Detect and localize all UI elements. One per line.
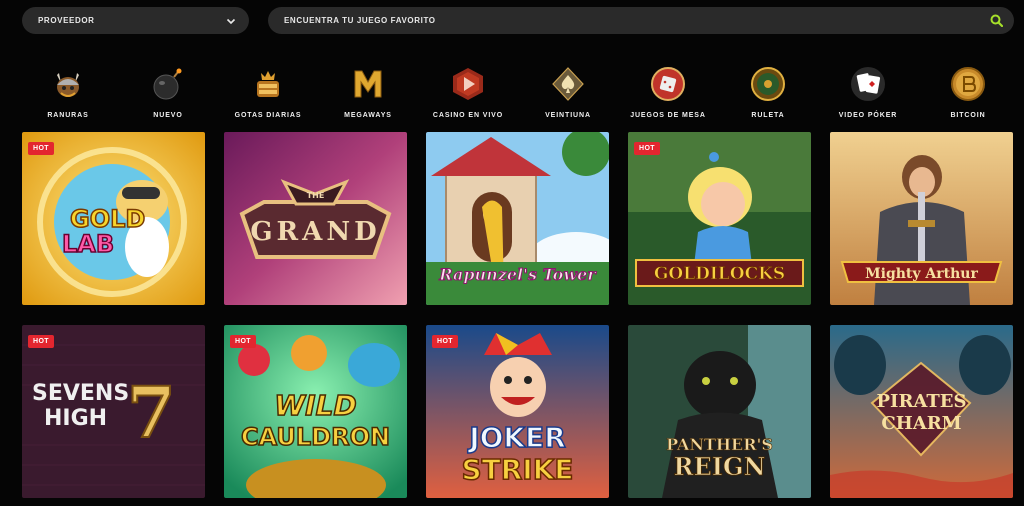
game-tile-wild-cauldron[interactable]: WILD CAULDRON HOT xyxy=(224,325,407,498)
game-thumbnail: WILD CAULDRON xyxy=(224,325,407,498)
game-tile-mighty-arthur[interactable]: Mighty Arthur xyxy=(830,132,1013,305)
category-video-poker[interactable]: VIDEO PÓKER xyxy=(822,64,914,124)
game-thumbnail: GOLD LAB xyxy=(22,132,205,305)
category-label: MEGAWAYS xyxy=(344,112,392,119)
provider-dropdown[interactable]: PROVEEDOR xyxy=(22,7,249,34)
game-tile-goldilocks[interactable]: GOLDILOCKS HOT xyxy=(628,132,811,305)
game-thumbnail: PANTHER'S REIGN xyxy=(628,325,811,498)
category-label: VEINTIUNA xyxy=(545,112,591,119)
category-label: VIDEO PÓKER xyxy=(838,112,898,119)
game-tile-the-grand[interactable]: GRAND THE xyxy=(224,132,407,305)
svg-text:WILD: WILD xyxy=(274,389,356,422)
svg-text:CHARM: CHARM xyxy=(881,413,961,434)
game-tile-rapunzels-tower[interactable]: Rapunzel's Tower xyxy=(426,132,609,305)
dice-icon xyxy=(648,64,688,104)
category-juegos-de-mesa[interactable]: JUEGOS DE MESA xyxy=(622,64,714,124)
viking-helmet-icon xyxy=(48,64,88,104)
game-tile-joker-strike[interactable]: JOKER STRIKE HOT xyxy=(426,325,609,498)
live-casino-play-icon xyxy=(448,64,488,104)
roulette-icon xyxy=(748,64,788,104)
megaways-m-icon xyxy=(348,64,388,104)
category-label: RULETA xyxy=(751,112,785,119)
svg-text:PIRATES: PIRATES xyxy=(876,391,966,412)
poker-cards-icon xyxy=(848,64,888,104)
hot-badge: HOT xyxy=(28,142,54,155)
game-thumbnail: Rapunzel's Tower xyxy=(426,132,609,305)
svg-text:7: 7 xyxy=(127,371,176,454)
category-label: GOTAS DIARIAS xyxy=(234,112,302,119)
drops-wins-icon xyxy=(248,64,288,104)
game-thumbnail: Mighty Arthur xyxy=(830,132,1013,305)
svg-text:CAULDRON: CAULDRON xyxy=(241,423,390,451)
category-megaways[interactable]: MEGAWAYS xyxy=(322,64,414,124)
category-gotas-diarias[interactable]: GOTAS DIARIAS xyxy=(222,64,314,124)
game-thumbnail: GOLDILOCKS xyxy=(628,132,811,305)
svg-text:LAB: LAB xyxy=(62,230,114,258)
hot-badge: HOT xyxy=(28,335,54,348)
game-thumbnail: JOKER STRIKE xyxy=(426,325,609,498)
category-nuevo[interactable]: NUEVO xyxy=(122,64,214,124)
svg-text:THE: THE xyxy=(307,191,325,200)
game-tile-gold-lab[interactable]: GOLD LAB HOT xyxy=(22,132,205,305)
game-tile-sevens-high[interactable]: SEVENS HIGH 7 HOT xyxy=(22,325,205,498)
svg-text:REIGN: REIGN xyxy=(674,452,766,481)
category-veintiuna[interactable]: VEINTIUNA xyxy=(522,64,614,124)
provider-label: PROVEEDOR xyxy=(38,16,95,25)
game-thumbnail: GRAND THE xyxy=(224,132,407,305)
category-ruleta[interactable]: RULETA xyxy=(722,64,814,124)
svg-text:STRIKE: STRIKE xyxy=(461,453,573,486)
category-nav: RANURAS NUEVO GOTAS DIARIAS MEGAWAYS CAS… xyxy=(22,64,1014,124)
search-icon[interactable] xyxy=(988,13,1004,29)
game-tile-panthers-reign[interactable]: PANTHER'S REIGN xyxy=(628,325,811,498)
category-label: RANURAS xyxy=(47,112,89,119)
search-input[interactable] xyxy=(284,16,884,25)
svg-text:GOLDILOCKS: GOLDILOCKS xyxy=(654,264,785,284)
category-label: BITCOIN xyxy=(950,112,986,119)
hot-badge: HOT xyxy=(230,335,256,348)
category-label: CASINO EN VIVO xyxy=(432,112,504,119)
svg-text:GRAND: GRAND xyxy=(250,217,380,247)
filter-bar: PROVEEDOR xyxy=(22,7,1014,34)
game-thumbnail: PIRATES CHARM xyxy=(830,325,1013,498)
search-bar xyxy=(268,7,1014,34)
game-grid: GOLD LAB HOT GRAND THE Rapunzel's Tower xyxy=(22,132,1013,498)
category-ranuras[interactable]: RANURAS xyxy=(22,64,114,124)
game-thumbnail: SEVENS HIGH 7 xyxy=(22,325,205,498)
bomb-icon xyxy=(148,64,188,104)
svg-text:Mighty Arthur: Mighty Arthur xyxy=(865,266,978,282)
bitcoin-icon xyxy=(948,64,988,104)
game-tile-pirates-charm[interactable]: PIRATES CHARM xyxy=(830,325,1013,498)
hot-badge: HOT xyxy=(634,142,660,155)
spade-icon xyxy=(548,64,588,104)
category-casino-en-vivo[interactable]: CASINO EN VIVO xyxy=(422,64,514,124)
category-label: NUEVO xyxy=(153,112,183,119)
category-bitcoin[interactable]: BITCOIN xyxy=(922,64,1014,124)
svg-text:Rapunzel's Tower: Rapunzel's Tower xyxy=(438,265,597,284)
svg-text:SEVENS: SEVENS xyxy=(32,381,129,406)
svg-text:HIGH: HIGH xyxy=(44,406,107,431)
chevron-down-icon xyxy=(225,15,237,27)
svg-text:JOKER: JOKER xyxy=(467,421,566,454)
category-label: JUEGOS DE MESA xyxy=(630,112,706,119)
hot-badge: HOT xyxy=(432,335,458,348)
svg-text:GOLD: GOLD xyxy=(70,205,145,233)
